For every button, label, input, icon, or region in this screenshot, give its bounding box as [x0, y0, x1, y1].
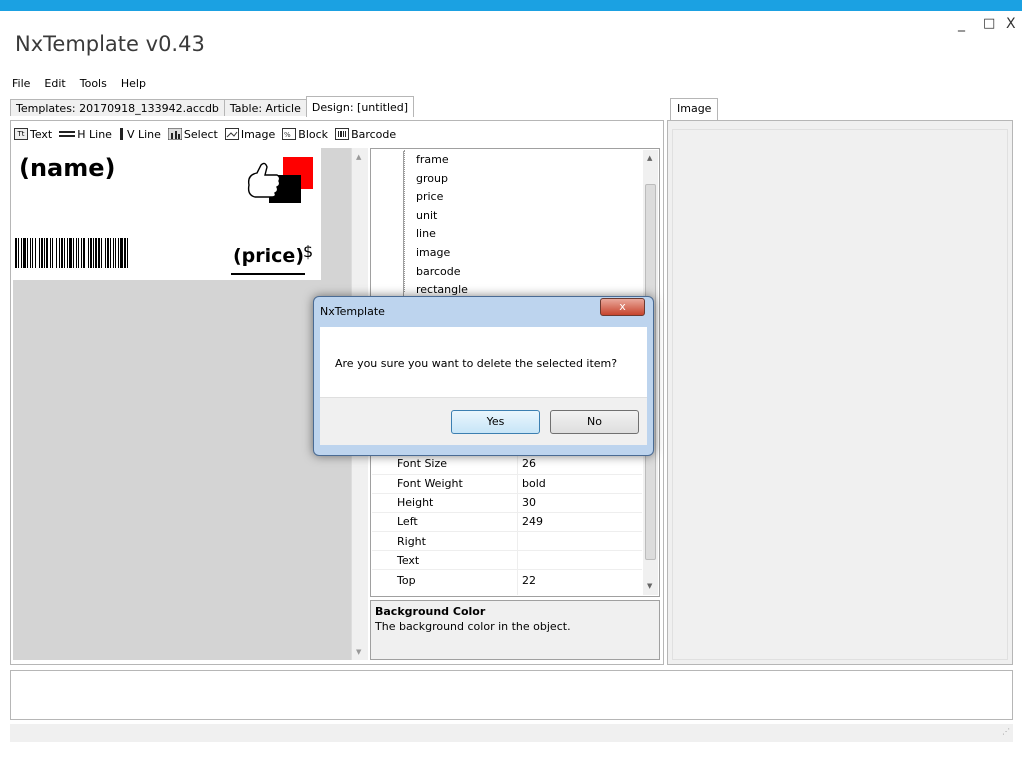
- prop-divider: [372, 550, 642, 551]
- tool-hline-button[interactable]: H Line: [57, 128, 114, 141]
- prop-name-top[interactable]: Top: [397, 574, 416, 587]
- tree-item-unit[interactable]: unit: [416, 209, 437, 222]
- prop-divider: [372, 493, 642, 494]
- name-field[interactable]: (name): [19, 154, 116, 182]
- no-button[interactable]: No: [550, 410, 639, 434]
- design-toolbar: Tt Text H Line V Line Select Image % Blo…: [12, 124, 398, 144]
- prop-divider: [372, 512, 642, 513]
- tab-table[interactable]: Table: Article: [223, 99, 307, 116]
- prop-name-height[interactable]: Height: [397, 496, 433, 509]
- scroll-up-arrow[interactable]: ▲: [647, 154, 652, 162]
- property-help-panel: Background Color The background color in…: [370, 600, 660, 660]
- prop-name-text[interactable]: Text: [397, 554, 419, 567]
- h-line-icon: [59, 131, 76, 137]
- text-icon: Tt: [14, 128, 28, 140]
- tab-image[interactable]: Image: [670, 98, 719, 120]
- prop-name-right[interactable]: Right: [397, 535, 426, 548]
- scroll-up-arrow[interactable]: ▲: [356, 153, 361, 161]
- prop-divider: [372, 531, 642, 532]
- dialog-title: NxTemplate: [320, 305, 385, 318]
- prop-value-font-size[interactable]: 26: [522, 457, 536, 470]
- tree-item-image[interactable]: image: [416, 246, 450, 259]
- price-underline[interactable]: [231, 273, 305, 275]
- v-line-icon: [119, 128, 123, 140]
- prop-divider: [372, 474, 642, 475]
- tree-connector: [404, 150, 406, 292]
- status-bar: ⋰: [10, 724, 1013, 742]
- price-field[interactable]: (price): [233, 245, 304, 267]
- tree-item-rectangle[interactable]: rectangle: [416, 283, 468, 296]
- prop-value-height[interactable]: 30: [522, 496, 536, 509]
- tree-item-frame[interactable]: frame: [416, 153, 449, 166]
- prop-value-font-weight[interactable]: bold: [522, 477, 546, 490]
- barcode-icon: [335, 128, 350, 140]
- window-top-border: [0, 0, 1022, 11]
- tool-barcode-button[interactable]: Barcode: [333, 128, 398, 141]
- dialog-message: Are you sure you want to delete the sele…: [335, 357, 618, 370]
- prop-name-left[interactable]: Left: [397, 515, 418, 528]
- thumbs-up-icon: [247, 157, 313, 203]
- currency-symbol[interactable]: $: [303, 242, 313, 261]
- prop-value-top[interactable]: 22: [522, 574, 536, 587]
- tool-select-button[interactable]: Select: [166, 128, 220, 141]
- dialog-close-button[interactable]: x: [600, 298, 645, 316]
- yes-button[interactable]: Yes: [451, 410, 540, 434]
- tool-block-button[interactable]: % Block: [280, 128, 330, 141]
- prop-value-left[interactable]: 249: [522, 515, 543, 528]
- tab-templates[interactable]: Templates: 20170918_133942.accdb: [10, 99, 225, 116]
- prop-divider: [372, 569, 642, 570]
- main-tabs: Templates: 20170918_133942.accdb Table: …: [10, 96, 415, 117]
- minimize-button[interactable]: _: [958, 16, 965, 32]
- tree-item-barcode[interactable]: barcode: [416, 265, 461, 278]
- scroll-down-arrow[interactable]: ▼: [356, 648, 361, 656]
- tree-item-price[interactable]: price: [416, 190, 443, 203]
- prop-name-font-weight[interactable]: Font Weight: [397, 477, 463, 490]
- menu-tools[interactable]: Tools: [80, 77, 107, 90]
- output-area[interactable]: [10, 670, 1013, 720]
- tool-text-button[interactable]: Tt Text: [12, 128, 54, 141]
- scroll-down-arrow[interactable]: ▼: [647, 582, 652, 590]
- menu-file[interactable]: File: [12, 77, 30, 90]
- menu-help[interactable]: Help: [121, 77, 146, 90]
- app-title: NxTemplate v0.43: [15, 32, 205, 56]
- resize-grip-icon[interactable]: ⋰: [1002, 727, 1010, 736]
- menu-bar: File Edit Tools Help: [12, 77, 146, 90]
- select-icon: [167, 128, 182, 140]
- maximize-button[interactable]: □: [983, 16, 995, 31]
- prop-name-font-size[interactable]: Font Size: [397, 457, 447, 470]
- image-preview-area: [672, 129, 1008, 660]
- tree-item-line[interactable]: line: [416, 227, 436, 240]
- barcode-graphic[interactable]: [15, 238, 221, 270]
- tool-image-button[interactable]: Image: [223, 128, 277, 141]
- menu-edit[interactable]: Edit: [44, 77, 65, 90]
- close-button[interactable]: X: [1006, 16, 1016, 32]
- label-canvas[interactable]: (name) (price) $: [13, 148, 321, 280]
- svg-text:%: %: [284, 131, 291, 139]
- tab-design[interactable]: Design: [untitled]: [305, 96, 415, 117]
- help-description: The background color in the object.: [375, 620, 571, 633]
- help-title: Background Color: [375, 605, 486, 618]
- block-icon: %: [282, 128, 297, 140]
- prop-column-divider: [517, 455, 518, 595]
- tree-item-group[interactable]: group: [416, 172, 448, 185]
- image-icon: [224, 128, 239, 140]
- tool-vline-button[interactable]: V Line: [117, 128, 163, 141]
